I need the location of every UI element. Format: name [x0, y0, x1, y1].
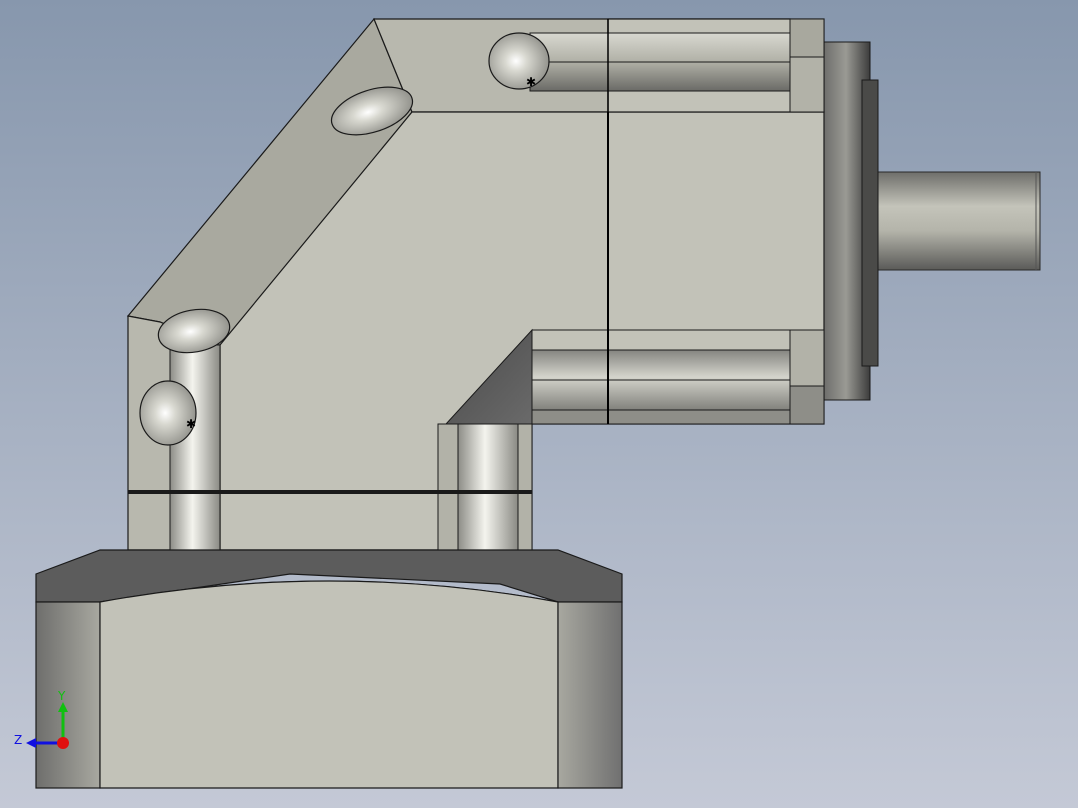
base-right-side	[557, 601, 623, 789]
triad-x-axis	[57, 737, 69, 749]
gearbox-model[interactable]: ✱ ✱ Y Z	[0, 0, 1078, 808]
triad-y-label: Y	[57, 689, 66, 703]
output-shaft	[869, 171, 1041, 271]
base-left-side	[35, 601, 101, 789]
mounting-hole-top-right	[488, 32, 550, 90]
triad-z-label: Z	[14, 733, 22, 747]
svg-text:✱: ✱	[186, 417, 196, 431]
flange-step	[861, 79, 879, 367]
left-bore	[169, 344, 221, 551]
housing-top-cap-lower	[789, 56, 825, 113]
svg-text:✱: ✱	[526, 75, 536, 89]
mounting-hole-left-vertical	[139, 380, 197, 446]
center-bore	[457, 423, 519, 551]
base-front-face	[99, 580, 559, 789]
lower-cap	[789, 329, 825, 387]
housing-top-cap	[789, 18, 825, 58]
cad-viewport[interactable]: ✱ ✱ Y Z	[0, 0, 1078, 808]
